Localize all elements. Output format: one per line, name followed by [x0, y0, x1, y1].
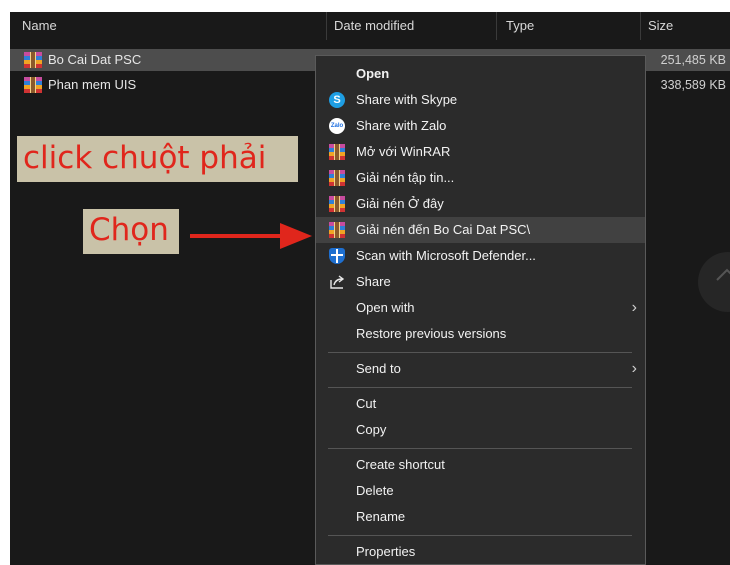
winrar-icon — [329, 170, 345, 186]
winrar-archive-icon — [24, 77, 42, 93]
scroll-up-button[interactable] — [698, 252, 730, 312]
menu-item-label: Rename — [356, 509, 406, 524]
menu-item-create-shortcut[interactable]: Create shortcut — [316, 452, 645, 478]
column-header: ⌃ Name Date modified Type Size — [10, 12, 730, 40]
red-arrow-icon — [190, 223, 312, 249]
menu-item-extract-to-folder[interactable]: Giải nén đến Bo Cai Dat PSC\ — [316, 217, 645, 243]
column-name[interactable]: Name — [16, 12, 326, 40]
menu-item-share[interactable]: Share — [316, 269, 645, 295]
column-divider[interactable] — [640, 12, 641, 40]
skype-icon: S — [329, 92, 345, 108]
menu-item-copy[interactable]: Copy — [316, 417, 645, 443]
menu-item-label: Giải nén tập tin... — [356, 170, 455, 185]
file-explorer: ⌃ Name Date modified Type Size Bo Cai Da… — [10, 12, 730, 565]
menu-divider — [328, 448, 632, 449]
chevron-up-icon — [716, 268, 730, 281]
chevron-right-icon: › — [631, 360, 637, 377]
menu-item-delete[interactable]: Delete — [316, 478, 645, 504]
menu-item-open-winrar[interactable]: Mở với WinRAR — [316, 139, 645, 165]
column-divider[interactable] — [326, 12, 327, 40]
menu-item-label: Create shortcut — [356, 457, 445, 472]
menu-divider — [328, 535, 632, 536]
menu-item-open[interactable]: Open — [316, 61, 645, 87]
column-divider[interactable] — [496, 12, 497, 40]
menu-item-label: Share with Zalo — [356, 118, 447, 133]
menu-item-extract-files[interactable]: Giải nén tập tin... — [316, 165, 645, 191]
column-date-modified[interactable]: Date modified — [328, 12, 496, 40]
menu-item-label: Mở với WinRAR — [356, 144, 451, 159]
file-name: Phan mem UIS — [48, 77, 137, 92]
file-size: 338,589 KB — [660, 78, 726, 92]
annotation-choose: Chọn — [83, 209, 179, 254]
menu-item-cut[interactable]: Cut — [316, 391, 645, 417]
column-size[interactable]: Size — [642, 12, 730, 40]
menu-item-label: Giải nén đến Bo Cai Dat PSC\ — [356, 222, 531, 237]
winrar-icon — [329, 222, 345, 238]
menu-item-send-to[interactable]: Send to › — [316, 356, 645, 382]
zalo-icon: Zalo — [329, 118, 345, 134]
defender-icon — [329, 248, 345, 264]
chevron-right-icon: › — [631, 299, 637, 316]
share-icon — [330, 275, 345, 289]
menu-item-label: Share — [356, 274, 391, 289]
menu-item-label: Properties — [356, 544, 416, 559]
winrar-icon — [329, 196, 345, 212]
file-size: 251,485 KB — [660, 53, 726, 67]
menu-divider — [328, 352, 632, 353]
menu-item-share-skype[interactable]: S Share with Skype — [316, 87, 645, 113]
menu-item-label: Cut — [356, 396, 377, 411]
context-menu: Open S Share with Skype Zalo Share with … — [315, 55, 646, 565]
menu-item-label: Giải nén Ở đây — [356, 196, 444, 211]
menu-item-rename[interactable]: Rename — [316, 504, 645, 530]
annotation-right-click: click chuột phải — [17, 136, 298, 182]
menu-item-label: Restore previous versions — [356, 326, 507, 341]
menu-item-label: Open with — [356, 300, 415, 315]
column-type[interactable]: Type — [500, 12, 640, 40]
menu-item-label: Share with Skype — [356, 92, 458, 107]
menu-item-extract-here[interactable]: Giải nén Ở đây — [316, 191, 645, 217]
menu-item-share-zalo[interactable]: Zalo Share with Zalo — [316, 113, 645, 139]
menu-item-label: Delete — [356, 483, 394, 498]
winrar-archive-icon — [24, 52, 42, 68]
menu-item-label: Send to — [356, 361, 401, 376]
menu-item-scan-defender[interactable]: Scan with Microsoft Defender... — [316, 243, 645, 269]
menu-item-label: Scan with Microsoft Defender... — [356, 248, 536, 263]
menu-item-restore-versions[interactable]: Restore previous versions — [316, 321, 645, 347]
menu-item-properties[interactable]: Properties — [316, 539, 645, 565]
file-name: Bo Cai Dat PSC — [48, 52, 142, 67]
menu-item-open-with[interactable]: Open with › — [316, 295, 645, 321]
menu-divider — [328, 387, 632, 388]
winrar-icon — [329, 144, 345, 160]
menu-item-label: Open — [356, 66, 390, 81]
menu-item-label: Copy — [356, 422, 387, 437]
